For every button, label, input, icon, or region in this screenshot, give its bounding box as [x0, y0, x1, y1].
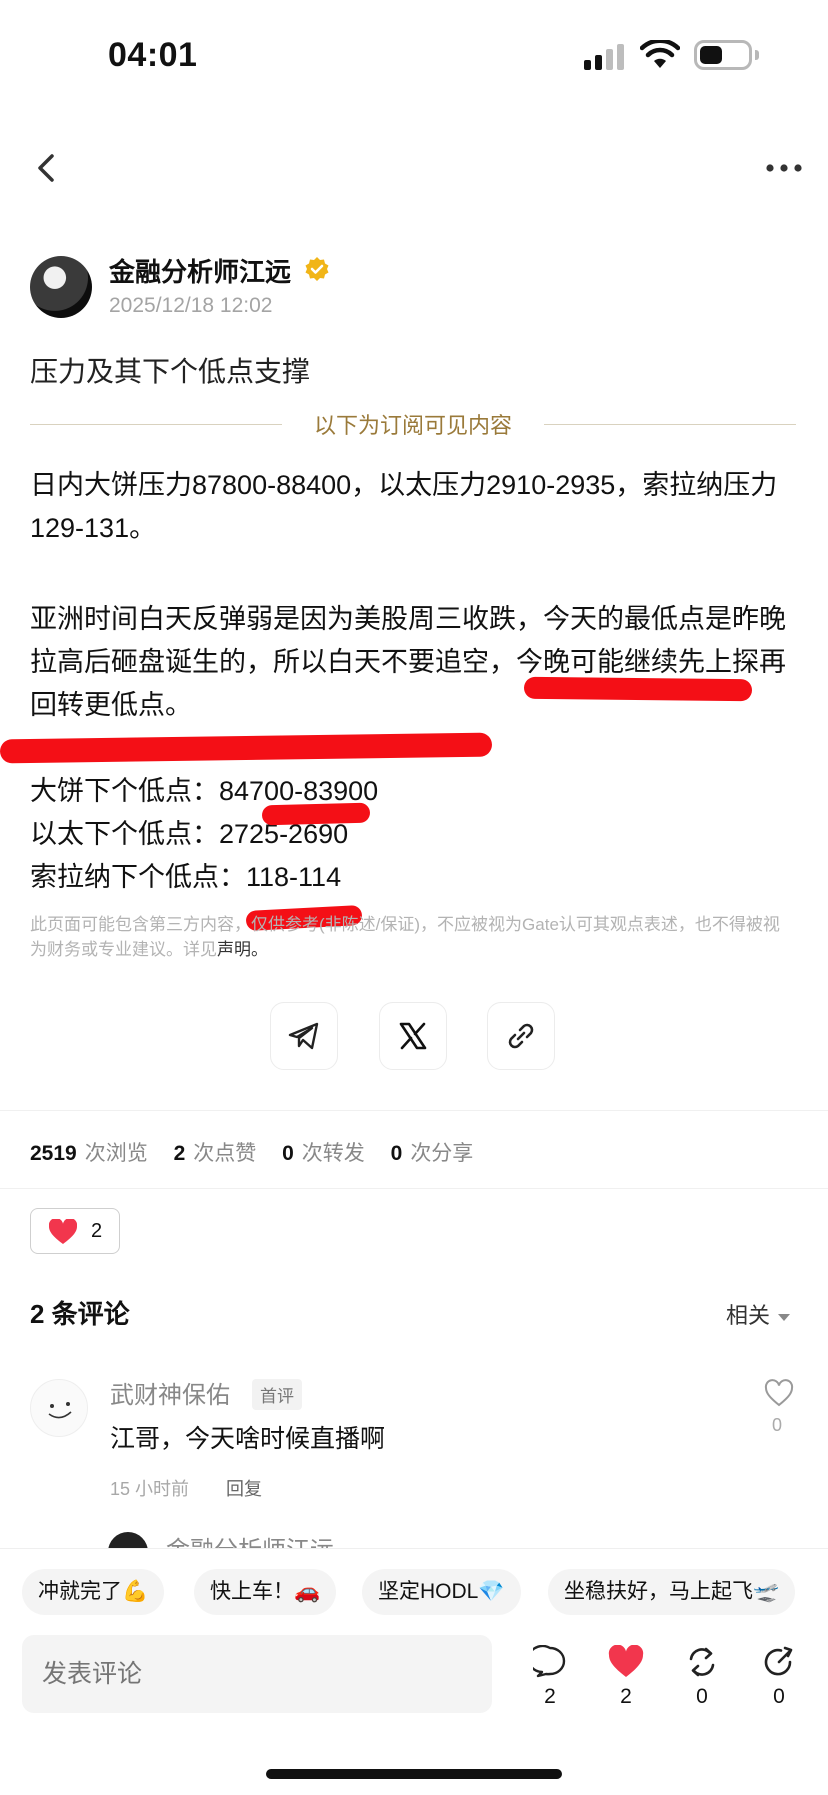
first-comment-badge: 首评 [252, 1379, 302, 1410]
comment-reply-button[interactable]: 回复 [226, 1475, 262, 1501]
post-title: 压力及其下个低点支撑 [30, 356, 311, 387]
heart-filled-icon [608, 1645, 644, 1677]
view-count-label: 次浏览 [84, 1142, 148, 1165]
quick-reply-chip[interactable]: 冲就完了💪 [22, 1569, 165, 1615]
telegram-icon [288, 1022, 319, 1050]
comment-like-heart-icon[interactable] [764, 1379, 794, 1407]
reaction-like-chip[interactable]: 2 [30, 1208, 120, 1254]
post-date: 2025/12/18 12:02 [109, 294, 273, 317]
repost-count-label: 次转发 [301, 1142, 365, 1165]
repost-action[interactable]: 0 [677, 1645, 727, 1709]
quick-reply-chip[interactable]: 坚定HODL💎 [362, 1569, 521, 1615]
share-count-label: 次分享 [410, 1142, 474, 1165]
comment-time: 15 小时前 [110, 1479, 190, 1499]
disclaimer-text: 此页面可能包含第三方内容，仅供参考(非陈述/保证)，不应被视为Gate认可其观点… [30, 915, 780, 959]
like-count: 2 [173, 1142, 186, 1165]
repost-icon [689, 1647, 715, 1677]
comments-title: 2 条评论 [30, 1299, 130, 1329]
x-icon [399, 1022, 427, 1050]
like-action-count: 2 [620, 1685, 632, 1708]
author-avatar[interactable] [30, 256, 92, 318]
share-action-count: 0 [773, 1685, 785, 1708]
share-count: 0 [390, 1142, 403, 1165]
like-action[interactable]: 2 [601, 1645, 651, 1709]
comment-input[interactable] [22, 1635, 492, 1713]
disclaimer: 此页面可能包含第三方内容，仅供参考(非陈述/保证)，不应被视为Gate认可其观点… [30, 912, 790, 962]
comment-item: 武财神保佑 首评 江哥，今天啥时候直播啊 15 小时前 回复 0 [30, 1375, 800, 1505]
quick-reply-chip[interactable]: 快上车！🚗 [194, 1569, 337, 1615]
disclaimer-link[interactable]: 声明。 [217, 940, 268, 959]
share-x-button[interactable] [379, 1002, 447, 1070]
status-bar: 04:01 [0, 0, 828, 110]
red-annotation-stroke [0, 732, 493, 764]
like-count-label: 次点赞 [193, 1142, 257, 1165]
reply-author-name: 金融分析师江远 [166, 1530, 334, 1550]
post-paragraph-resistance: 日内大饼压力87800-88400，以太压力2910-2935，索拉纳压力129… [30, 470, 778, 543]
share-arrow-icon [764, 1646, 793, 1676]
commenter-name[interactable]: 武财神保佑 [110, 1375, 230, 1410]
comments-action[interactable]: 2 [525, 1645, 575, 1709]
red-annotation-stroke [261, 802, 371, 826]
subscription-divider: 以下为订阅可见内容 [30, 408, 796, 442]
comment-composer-panel: 冲就完了💪 快上车！🚗 坚定HODL💎 坐稳扶好，马上起飞🛫 2 2 0 0 [0, 1548, 828, 1795]
comments-action-count: 2 [544, 1685, 556, 1708]
link-icon [508, 1023, 534, 1049]
quick-reply-chip[interactable]: 坐稳扶好，马上起飞🛫 [548, 1569, 796, 1615]
post-paragraph-analysis: 亚洲时间白天反弹弱是因为美股周三收跌，今天的最低点是昨晚拉高后砸盘诞生的，所以白… [30, 604, 786, 720]
post-stats: 2519 次浏览 2 次点赞 0 次转发 0 次分享 [30, 1137, 493, 1167]
view-count: 2519 [30, 1142, 77, 1165]
chevron-down-icon [778, 1313, 790, 1321]
smiley-avatar-icon [48, 1402, 72, 1419]
share-row [0, 1002, 828, 1072]
support-levels-list: 大饼下个低点：84700-83900 以太下个低点：2725-2690 索拉纳下… [30, 770, 378, 899]
share-telegram-button[interactable] [270, 1002, 338, 1070]
home-indicator[interactable] [266, 1769, 562, 1779]
heart-icon [49, 1219, 77, 1244]
author-header[interactable]: 金融分析师江远 2025/12/18 12:02 [30, 252, 590, 322]
comment-bubble-icon [533, 1645, 566, 1678]
wifi-icon [640, 40, 680, 68]
status-time: 04:01 [108, 36, 198, 74]
comment-text: 江哥，今天啥时候直播啊 [110, 1425, 386, 1453]
support-level-sol: 索拉纳下个低点：118-114 [30, 862, 342, 892]
cellular-signal-icon [584, 44, 624, 70]
reaction-like-count: 2 [91, 1220, 103, 1242]
red-annotation-stroke [523, 676, 753, 702]
share-action[interactable]: 0 [754, 1645, 804, 1709]
comment-sort-label: 相关 [725, 1303, 770, 1328]
repost-count: 0 [282, 1142, 294, 1165]
share-link-button[interactable] [487, 1002, 555, 1070]
comment-like-count: 0 [772, 1415, 783, 1435]
author-name[interactable]: 金融分析师江远 [109, 252, 291, 289]
back-arrow-icon[interactable] [30, 148, 66, 188]
commenter-avatar[interactable] [30, 1379, 88, 1437]
verified-badge-icon [305, 257, 329, 281]
reply-preview: 金融分析师江远 [108, 1528, 448, 1550]
more-options-icon[interactable] [764, 156, 804, 180]
repost-action-count: 0 [696, 1685, 708, 1708]
comment-sort-dropdown[interactable]: 相关 [726, 1298, 790, 1330]
battery-icon [694, 40, 752, 70]
